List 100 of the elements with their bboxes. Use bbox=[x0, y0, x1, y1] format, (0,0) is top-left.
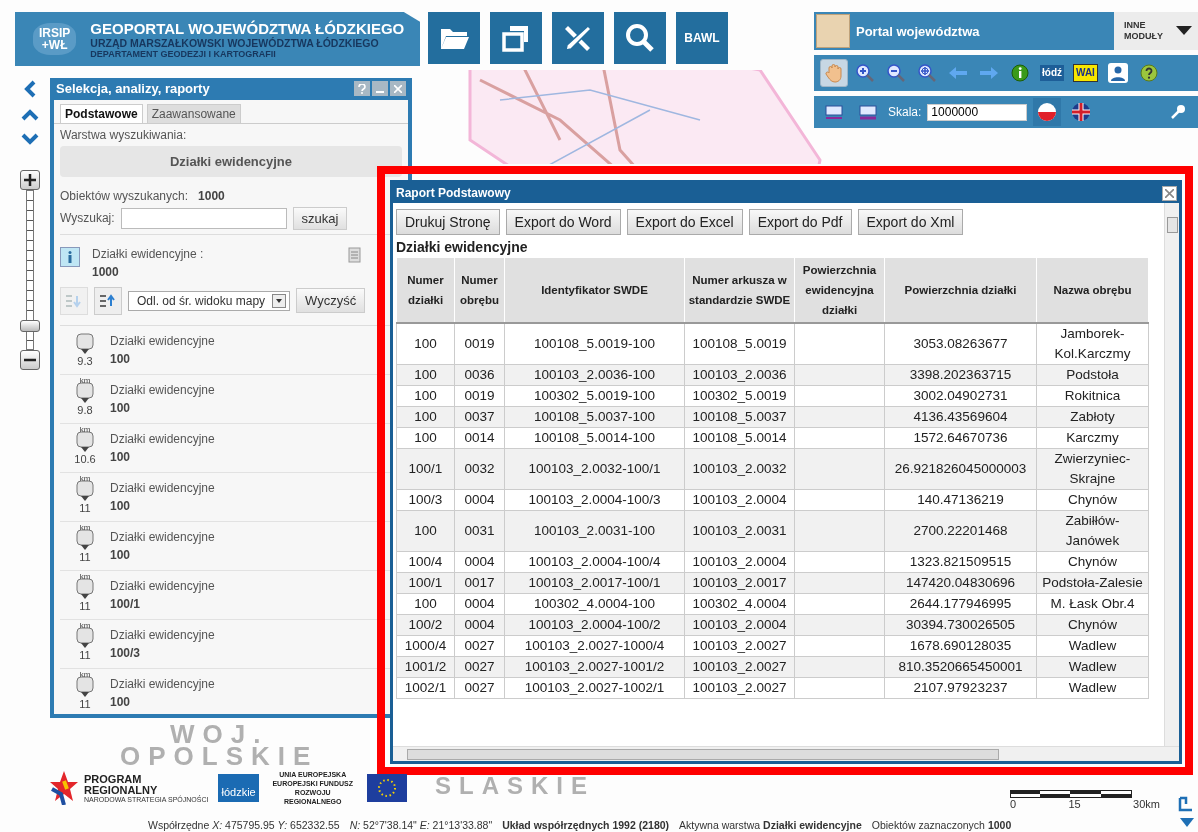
column-header: Numer obrębu bbox=[454, 257, 505, 323]
table-cell: Zabiłłów-Janówek bbox=[1036, 510, 1149, 552]
label-button[interactable]: łódź bbox=[1037, 59, 1067, 87]
export-button[interactable]: Export do Xml bbox=[857, 209, 964, 235]
export-button[interactable]: Export do Excel bbox=[626, 209, 743, 235]
result-number[interactable]: 100 bbox=[110, 400, 215, 415]
minimize-icon[interactable] bbox=[372, 81, 388, 97]
table-cell: Jamborek-Kol.Karczmy bbox=[1036, 323, 1149, 365]
column-header: Powierzchnia ewidencyjna działki bbox=[794, 257, 885, 323]
search-field[interactable] bbox=[120, 207, 287, 229]
tools-icon[interactable] bbox=[552, 12, 604, 64]
export-button[interactable]: Drukuj Stronę bbox=[396, 209, 500, 235]
table-cell: 1572.64670736 bbox=[884, 427, 1037, 449]
layer-count: 1000 bbox=[92, 264, 120, 279]
table-cell: Wadlew bbox=[1036, 635, 1149, 657]
table-cell: 1323.821509515 bbox=[884, 551, 1037, 573]
panel-tab[interactable]: Podstawowe bbox=[60, 103, 143, 123]
table-cell: Karczmy bbox=[1036, 427, 1149, 449]
chevron-up-icon[interactable] bbox=[21, 108, 39, 122]
panel-tab[interactable]: Zaawansowane bbox=[146, 103, 241, 123]
pin-icon bbox=[76, 479, 94, 502]
result-layer[interactable]: Działki ewidencyjne bbox=[110, 382, 215, 397]
table-cell: 0004 bbox=[454, 551, 505, 573]
column-header: Numer działki bbox=[396, 257, 455, 323]
region-logo: łódzkie bbox=[218, 774, 259, 802]
result-number[interactable]: 100 bbox=[110, 449, 215, 464]
result-number[interactable]: 100 bbox=[110, 694, 215, 709]
unit-label: km bbox=[79, 376, 91, 385]
modules-dropdown[interactable]: INNE MODUŁY bbox=[1114, 12, 1198, 50]
table-cell: 100103_2.0031-100 bbox=[504, 510, 685, 552]
table-cell: 100/1 bbox=[396, 572, 455, 594]
result-layer[interactable]: Działki ewidencyjne bbox=[110, 333, 215, 348]
windows-icon[interactable] bbox=[490, 12, 542, 64]
zoom-out-button[interactable] bbox=[20, 350, 40, 370]
table-cell: 100108_5.0019-100 bbox=[504, 323, 685, 365]
chevron-left-icon[interactable] bbox=[23, 80, 37, 98]
scale-bar-icon bbox=[1010, 790, 1132, 798]
result-number[interactable]: 100 bbox=[110, 547, 215, 562]
caret-down-icon bbox=[1176, 26, 1192, 36]
map-label: WOJ. bbox=[170, 722, 269, 746]
export-button[interactable]: Export do Pdf bbox=[748, 209, 852, 235]
result-layer[interactable]: Działki ewidencyjne bbox=[110, 578, 215, 593]
sort-ascending-icon[interactable] bbox=[94, 286, 122, 315]
scale-label: 15 bbox=[1068, 798, 1081, 810]
pin-icon bbox=[76, 528, 94, 551]
table-cell: 0027 bbox=[454, 677, 505, 699]
table-cell: 140.47136219 bbox=[884, 489, 1037, 511]
table-cell: 100103_2.0032-100/1 bbox=[504, 448, 685, 490]
table-cell: 100/4 bbox=[396, 551, 455, 573]
scale-input[interactable]: 1000000 bbox=[927, 103, 1028, 121]
table-cell: Wadlew bbox=[1036, 677, 1149, 699]
result-layer[interactable]: Działki ewidencyjne bbox=[110, 529, 215, 544]
result-layer[interactable]: Działki ewidencyjne bbox=[110, 627, 215, 642]
result-number[interactable]: 100 bbox=[110, 351, 215, 366]
star-logo-icon bbox=[50, 771, 78, 805]
search-icon[interactable] bbox=[614, 12, 666, 64]
vertical-scrollbar[interactable] bbox=[1164, 203, 1179, 746]
horizontal-scrollbar[interactable] bbox=[393, 746, 1179, 761]
table-cell: 1001/2 bbox=[396, 656, 455, 678]
table-cell: 100103_2.0004 bbox=[684, 489, 795, 511]
status-text: Aktywna warstwa Działki ewidencyjne bbox=[679, 819, 862, 831]
result-number[interactable]: 100/1 bbox=[110, 596, 215, 611]
zoom-slider[interactable] bbox=[20, 190, 40, 350]
layer-label: Warstwa wyszukiwania: bbox=[60, 127, 188, 142]
close-icon[interactable] bbox=[1162, 185, 1177, 201]
zoom-in-button[interactable] bbox=[20, 170, 40, 190]
pin-icon bbox=[76, 430, 94, 453]
corner-arrow-icon[interactable] bbox=[1178, 796, 1194, 812]
help-icon[interactable] bbox=[354, 81, 370, 97]
module-button[interactable]: BAWL bbox=[676, 12, 728, 64]
table-cell: 100103_2.0027 bbox=[684, 635, 795, 657]
scale-label: Skala: bbox=[888, 105, 922, 119]
folder-icon[interactable] bbox=[428, 12, 480, 64]
pin-icon bbox=[76, 381, 94, 404]
chevron-down-icon[interactable] bbox=[21, 132, 39, 146]
search-layer[interactable]: Działki ewidencyjne bbox=[60, 145, 402, 177]
close-icon[interactable] bbox=[390, 81, 406, 97]
distance-label: 10.6 bbox=[74, 452, 96, 465]
table-cell: 100108_5.0014 bbox=[684, 427, 795, 449]
result-number[interactable]: 100/3 bbox=[110, 645, 215, 660]
table-cell: 0004 bbox=[454, 489, 505, 511]
table-cell: 3002.04902731 bbox=[884, 385, 1037, 407]
unit-label: km bbox=[79, 523, 91, 532]
info-icon[interactable] bbox=[60, 246, 80, 267]
clear-button[interactable]: Wyczyść bbox=[296, 288, 366, 314]
table-cell: 100/2 bbox=[396, 614, 455, 636]
polish-flag-icon[interactable] bbox=[1033, 98, 1062, 126]
table-cell: 0004 bbox=[454, 593, 505, 615]
table-cell: Chynów bbox=[1036, 489, 1149, 511]
distance-label: 11 bbox=[79, 697, 91, 710]
sort-dropdown[interactable]: Odl. od śr. widoku mapy bbox=[128, 290, 290, 311]
export-button[interactable]: Export do Word bbox=[505, 209, 621, 235]
unit-label: km bbox=[79, 572, 91, 581]
search-button[interactable]: szukaj bbox=[292, 206, 348, 230]
result-layer[interactable]: Działki ewidencyjne bbox=[110, 676, 215, 691]
result-layer[interactable]: Działki ewidencyjne bbox=[110, 431, 215, 446]
result-layer[interactable]: Działki ewidencyjne bbox=[110, 480, 215, 495]
result-number[interactable]: 100 bbox=[110, 498, 215, 513]
table-cell: 100302_4.0004 bbox=[684, 593, 795, 615]
caret-down-icon[interactable] bbox=[1180, 818, 1194, 827]
